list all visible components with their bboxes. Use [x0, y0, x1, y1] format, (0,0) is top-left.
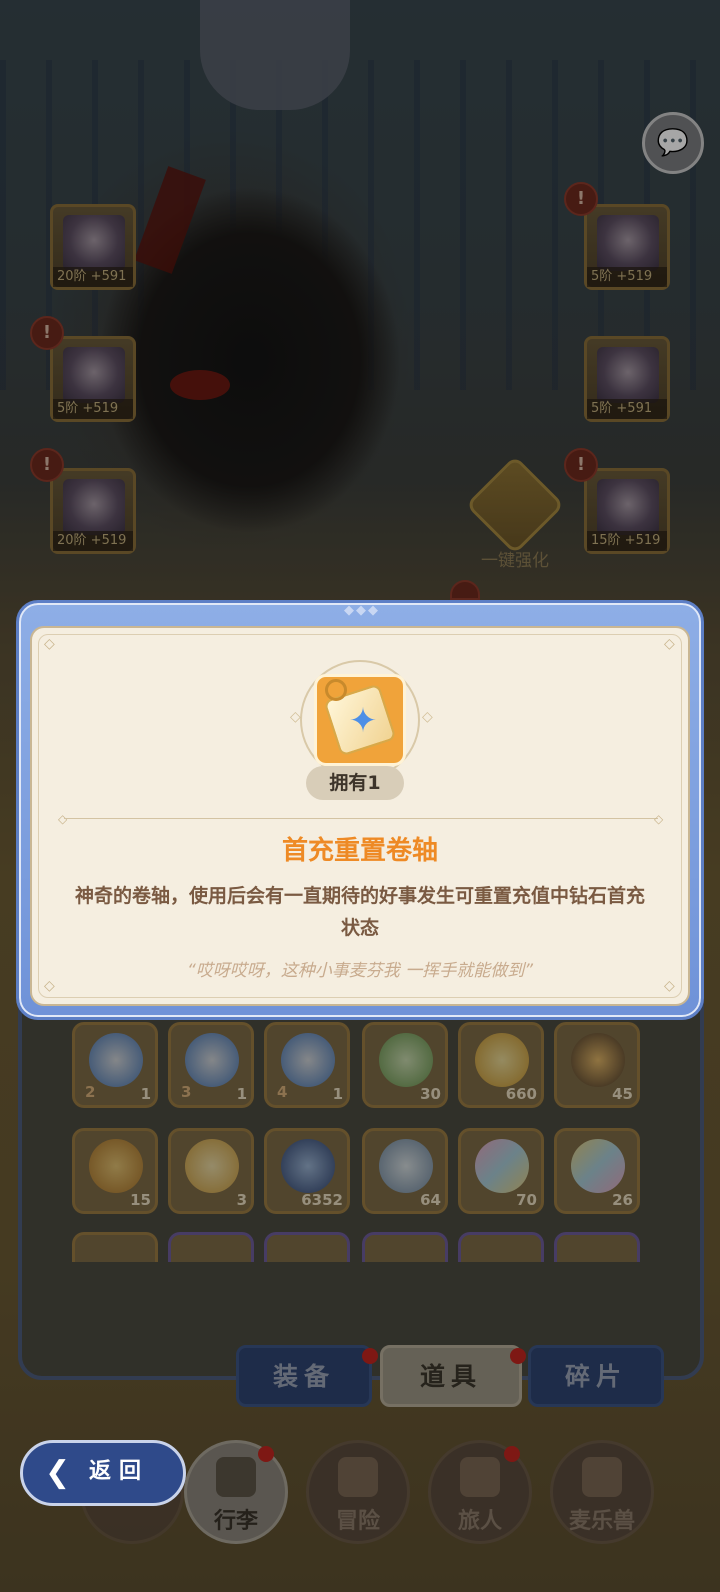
- scroll-star-icon: ✦: [314, 674, 406, 766]
- back-button[interactable]: ❮ 返回: [20, 1440, 186, 1506]
- scroll-ring-icon: [325, 679, 347, 701]
- item-description: 神奇的卷轴，使用后会有一直期待的好事发生可重置充值中钻石首充状态: [74, 885, 645, 939]
- star-icon: ✦: [348, 701, 378, 741]
- modal-ornament: ◆◆◆: [344, 603, 380, 618]
- back-arrow-icon: ❮: [45, 1455, 79, 1490]
- item-flavor-quote: “哎呀哎呀，这种小事麦芬我 一挥手就能做到”: [186, 961, 534, 981]
- frame-ornament: ◇: [422, 709, 433, 725]
- divider-ornament: ◇: [58, 812, 68, 826]
- owned-count-badge: 拥有1: [306, 766, 404, 800]
- back-label: 返回: [89, 1459, 150, 1484]
- corner-ornament: ◇: [44, 636, 55, 652]
- divider: [64, 818, 658, 819]
- corner-ornament: ◇: [664, 636, 675, 652]
- divider-ornament: ◇: [654, 812, 664, 826]
- frame-ornament: ◇: [290, 709, 301, 725]
- item-name: 首充重置卷轴: [281, 836, 438, 866]
